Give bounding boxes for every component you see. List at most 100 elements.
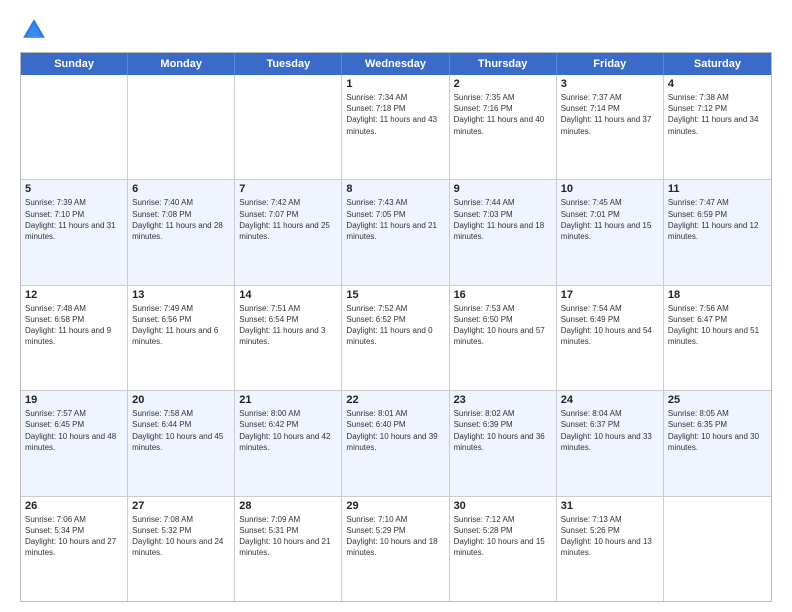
calendar-body: 1 Sunrise: 7:34 AM Sunset: 7:18 PM Daylig… [21,75,771,601]
cell-info: Sunrise: 7:54 AM Sunset: 6:49 PM Dayligh… [561,303,659,348]
day-cell-31: 31 Sunrise: 7:13 AM Sunset: 5:26 PM Dayli… [557,497,664,601]
day-number: 7 [239,183,337,195]
header-day-wednesday: Wednesday [342,53,449,75]
cell-info: Sunrise: 7:09 AM Sunset: 5:31 PM Dayligh… [239,514,337,559]
day-number: 13 [132,289,230,301]
calendar-row-3: 12 Sunrise: 7:48 AM Sunset: 6:58 PM Dayli… [21,285,771,390]
logo-icon [20,16,48,44]
cell-info: Sunrise: 7:53 AM Sunset: 6:50 PM Dayligh… [454,303,552,348]
cell-info: Sunrise: 7:52 AM Sunset: 6:52 PM Dayligh… [346,303,444,348]
empty-cell [21,75,128,179]
header-day-thursday: Thursday [450,53,557,75]
day-cell-19: 19 Sunrise: 7:57 AM Sunset: 6:45 PM Dayli… [21,391,128,495]
cell-info: Sunrise: 7:49 AM Sunset: 6:56 PM Dayligh… [132,303,230,348]
day-number: 19 [25,394,123,406]
day-cell-7: 7 Sunrise: 7:42 AM Sunset: 7:07 PM Daylig… [235,180,342,284]
day-cell-2: 2 Sunrise: 7:35 AM Sunset: 7:16 PM Daylig… [450,75,557,179]
calendar-row-2: 5 Sunrise: 7:39 AM Sunset: 7:10 PM Daylig… [21,179,771,284]
cell-info: Sunrise: 7:13 AM Sunset: 5:26 PM Dayligh… [561,514,659,559]
day-number: 23 [454,394,552,406]
cell-info: Sunrise: 7:39 AM Sunset: 7:10 PM Dayligh… [25,197,123,242]
cell-info: Sunrise: 7:43 AM Sunset: 7:05 PM Dayligh… [346,197,444,242]
calendar-row-4: 19 Sunrise: 7:57 AM Sunset: 6:45 PM Dayli… [21,390,771,495]
day-cell-25: 25Sunrise: 8:05 AM Sunset: 6:35 PM Dayli… [664,391,771,495]
day-number: 22 [346,394,444,406]
day-number: 21 [239,394,337,406]
cell-info: Sunrise: 7:35 AM Sunset: 7:16 PM Dayligh… [454,92,552,137]
day-cell-22: 22 Sunrise: 8:01 AM Sunset: 6:40 PM Dayli… [342,391,449,495]
page: SundayMondayTuesdayWednesdayThursdayFrid… [0,0,792,612]
day-cell-8: 8 Sunrise: 7:43 AM Sunset: 7:05 PM Daylig… [342,180,449,284]
day-number: 6 [132,183,230,195]
day-cell-1: 1 Sunrise: 7:34 AM Sunset: 7:18 PM Daylig… [342,75,449,179]
day-number: 28 [239,500,337,512]
day-cell-5: 5 Sunrise: 7:39 AM Sunset: 7:10 PM Daylig… [21,180,128,284]
day-cell-12: 12 Sunrise: 7:48 AM Sunset: 6:58 PM Dayli… [21,286,128,390]
day-cell-18: 18Sunrise: 7:56 AM Sunset: 6:47 PM Dayli… [664,286,771,390]
empty-cell [235,75,342,179]
day-number: 27 [132,500,230,512]
day-number: 17 [561,289,659,301]
cell-info: Sunrise: 7:40 AM Sunset: 7:08 PM Dayligh… [132,197,230,242]
day-number: 1 [346,78,444,90]
day-number: 24 [561,394,659,406]
day-number: 5 [25,183,123,195]
day-number: 30 [454,500,552,512]
cell-info: Sunrise: 7:57 AM Sunset: 6:45 PM Dayligh… [25,408,123,453]
cell-info: Sunrise: 7:48 AM Sunset: 6:58 PM Dayligh… [25,303,123,348]
header-day-sunday: Sunday [21,53,128,75]
day-cell-6: 6 Sunrise: 7:40 AM Sunset: 7:08 PM Daylig… [128,180,235,284]
day-cell-14: 14 Sunrise: 7:51 AM Sunset: 6:54 PM Dayli… [235,286,342,390]
day-cell-30: 30 Sunrise: 7:12 AM Sunset: 5:28 PM Dayli… [450,497,557,601]
cell-info: Sunrise: 7:37 AM Sunset: 7:14 PM Dayligh… [561,92,659,137]
day-number: 29 [346,500,444,512]
empty-cell [128,75,235,179]
day-cell-15: 15 Sunrise: 7:52 AM Sunset: 6:52 PM Dayli… [342,286,449,390]
day-number: 15 [346,289,444,301]
day-number: 2 [454,78,552,90]
cell-info: Sunrise: 7:06 AM Sunset: 5:34 PM Dayligh… [25,514,123,559]
day-cell-24: 24Sunrise: 8:04 AM Sunset: 6:37 PM Dayli… [557,391,664,495]
cell-info: Sunrise: 7:56 AM Sunset: 6:47 PM Dayligh… [668,303,767,348]
day-number: 11 [668,183,767,195]
cell-info: Sunrise: 7:12 AM Sunset: 5:28 PM Dayligh… [454,514,552,559]
header-day-monday: Monday [128,53,235,75]
cell-info: Sunrise: 8:00 AM Sunset: 6:42 PM Dayligh… [239,408,337,453]
day-cell-21: 21 Sunrise: 8:00 AM Sunset: 6:42 PM Dayli… [235,391,342,495]
header [20,16,772,44]
day-number: 26 [25,500,123,512]
cell-info: Sunrise: 7:10 AM Sunset: 5:29 PM Dayligh… [346,514,444,559]
day-number: 14 [239,289,337,301]
day-cell-20: 20 Sunrise: 7:58 AM Sunset: 6:44 PM Dayli… [128,391,235,495]
cell-info: Sunrise: 7:44 AM Sunset: 7:03 PM Dayligh… [454,197,552,242]
cell-info: Sunrise: 7:58 AM Sunset: 6:44 PM Dayligh… [132,408,230,453]
cell-info: Sunrise: 7:42 AM Sunset: 7:07 PM Dayligh… [239,197,337,242]
header-day-tuesday: Tuesday [235,53,342,75]
cell-info: Sunrise: 7:47 AM Sunset: 6:59 PM Dayligh… [668,197,767,242]
day-cell-23: 23Sunrise: 8:02 AM Sunset: 6:39 PM Dayli… [450,391,557,495]
header-day-saturday: Saturday [664,53,771,75]
cell-info: Sunrise: 8:01 AM Sunset: 6:40 PM Dayligh… [346,408,444,453]
cell-info: Sunrise: 7:08 AM Sunset: 5:32 PM Dayligh… [132,514,230,559]
empty-cell [664,497,771,601]
day-number: 4 [668,78,767,90]
day-number: 20 [132,394,230,406]
day-cell-29: 29 Sunrise: 7:10 AM Sunset: 5:29 PM Dayli… [342,497,449,601]
cell-info: Sunrise: 7:45 AM Sunset: 7:01 PM Dayligh… [561,197,659,242]
calendar-row-1: 1 Sunrise: 7:34 AM Sunset: 7:18 PM Daylig… [21,75,771,179]
day-cell-3: 3 Sunrise: 7:37 AM Sunset: 7:14 PM Daylig… [557,75,664,179]
day-number: 25 [668,394,767,406]
calendar-header: SundayMondayTuesdayWednesdayThursdayFrid… [21,53,771,75]
day-number: 10 [561,183,659,195]
cell-info: Sunrise: 7:34 AM Sunset: 7:18 PM Dayligh… [346,92,444,137]
day-cell-9: 9Sunrise: 7:44 AM Sunset: 7:03 PM Daylig… [450,180,557,284]
day-number: 31 [561,500,659,512]
day-cell-13: 13 Sunrise: 7:49 AM Sunset: 6:56 PM Dayli… [128,286,235,390]
day-cell-4: 4 Sunrise: 7:38 AM Sunset: 7:12 PM Daylig… [664,75,771,179]
day-number: 3 [561,78,659,90]
day-cell-26: 26 Sunrise: 7:06 AM Sunset: 5:34 PM Dayli… [21,497,128,601]
cell-info: Sunrise: 7:38 AM Sunset: 7:12 PM Dayligh… [668,92,767,137]
day-number: 12 [25,289,123,301]
day-number: 8 [346,183,444,195]
cell-info: Sunrise: 7:51 AM Sunset: 6:54 PM Dayligh… [239,303,337,348]
